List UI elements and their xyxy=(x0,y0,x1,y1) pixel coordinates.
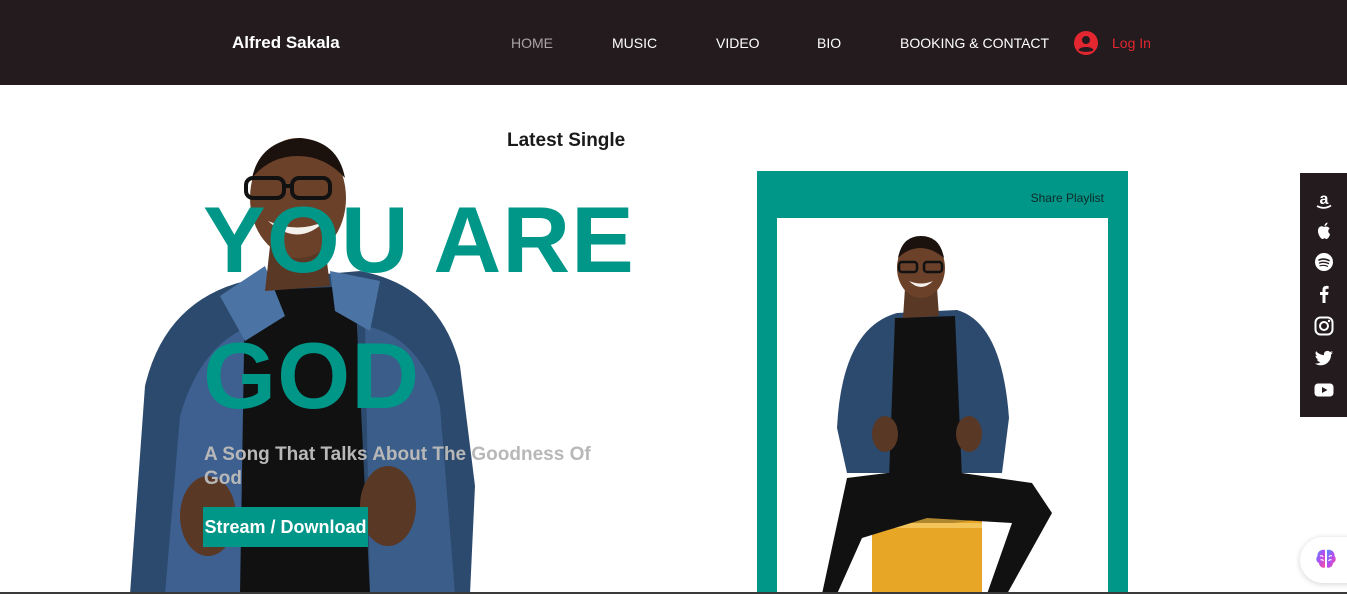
nav-item-booking-contact[interactable]: BOOKING & CONTACT xyxy=(900,35,1049,51)
playlist-widget: Share Playlist xyxy=(757,171,1128,594)
song-description: A Song That Talks About The Goodness Of … xyxy=(204,444,591,489)
nav-item-music[interactable]: MUSIC xyxy=(612,35,657,51)
song-title-line-2: GOD xyxy=(203,323,421,428)
brain-icon xyxy=(1316,549,1336,568)
stream-download-button[interactable]: Stream / Download xyxy=(203,507,368,547)
instagram-icon[interactable] xyxy=(1314,316,1334,336)
site-brand[interactable]: Alfred Sakala xyxy=(232,33,340,53)
user-avatar-icon xyxy=(1074,31,1098,55)
svg-text:a: a xyxy=(1320,191,1329,208)
spotify-icon[interactable] xyxy=(1314,252,1334,272)
nav-item-bio[interactable]: BIO xyxy=(817,35,841,51)
song-title-line-1: YOU ARE xyxy=(203,187,635,292)
assistant-widget[interactable] xyxy=(1300,537,1347,583)
latest-single-heading: Latest Single xyxy=(507,130,626,151)
login-button[interactable]: Log In xyxy=(1074,31,1151,55)
share-playlist-link[interactable]: Share Playlist xyxy=(1031,191,1104,205)
social-bar: a xyxy=(1300,173,1347,417)
playlist-cover-photo xyxy=(822,236,1052,594)
nav-item-video[interactable]: VIDEO xyxy=(716,35,760,51)
login-label: Log In xyxy=(1112,35,1151,51)
song-title: YOU ARE GOD xyxy=(203,172,673,444)
amazon-icon[interactable]: a xyxy=(1314,190,1334,210)
facebook-icon[interactable] xyxy=(1314,284,1334,304)
site-header: Alfred Sakala HOME MUSIC VIDEO BIO BOOKI… xyxy=(0,0,1347,85)
youtube-icon[interactable] xyxy=(1314,380,1334,400)
playlist-cover[interactable] xyxy=(777,218,1108,594)
twitter-icon[interactable] xyxy=(1314,348,1334,368)
apple-icon[interactable] xyxy=(1314,221,1334,241)
nav-item-home[interactable]: HOME xyxy=(511,35,553,51)
